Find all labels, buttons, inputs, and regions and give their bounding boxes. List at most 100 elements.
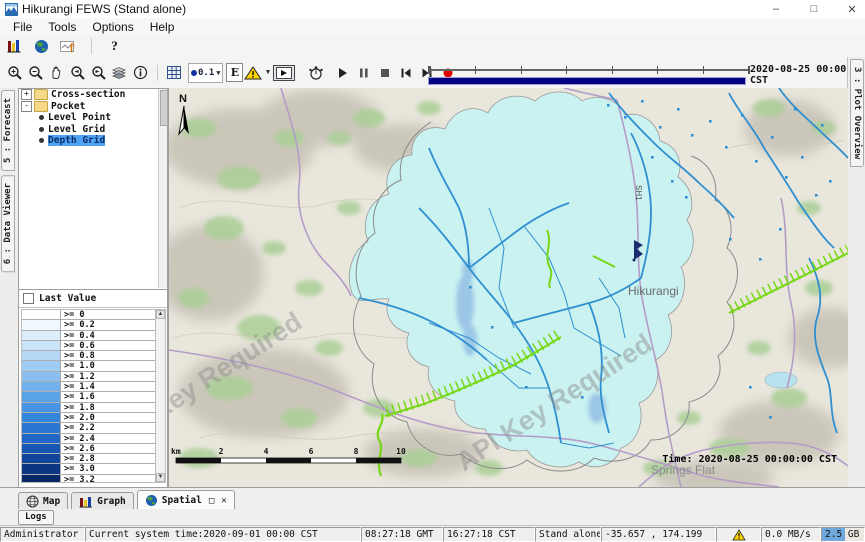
tab-spatial[interactable]: Spatial □ ✕ bbox=[137, 490, 235, 510]
tree-scrollbar[interactable] bbox=[158, 89, 167, 288]
tab-map[interactable]: Map bbox=[18, 492, 68, 510]
tab-data-viewer[interactable]: 6 : Data Viewer bbox=[1, 175, 15, 272]
tree-item-cross-section[interactable]: + Cross-section bbox=[19, 89, 167, 101]
class-break-selector[interactable]: 0.1 ▼ bbox=[188, 63, 223, 83]
animation-movie-icon[interactable] bbox=[271, 62, 297, 84]
float-panel-icon[interactable]: □ bbox=[209, 496, 214, 506]
legend-row: >= 0.6 bbox=[22, 341, 157, 351]
map-view[interactable]: SH1 API Key Required API Key Required Hi… bbox=[168, 88, 848, 487]
zoom-in-icon[interactable] bbox=[4, 62, 25, 84]
menu-help[interactable]: Help bbox=[142, 19, 183, 35]
tree-item-label: Cross-section bbox=[51, 89, 125, 100]
left-tab-strip: 5 : Forecast 6 : Data Viewer bbox=[0, 88, 19, 487]
tree-expander-icon[interactable]: + bbox=[21, 89, 32, 100]
layers-icon[interactable] bbox=[109, 62, 130, 84]
legend-row: >= 1.8 bbox=[22, 403, 157, 413]
time-slider-track[interactable] bbox=[428, 66, 750, 74]
legend-color-swatch bbox=[22, 392, 61, 401]
scroll-down-icon[interactable]: ▼ bbox=[156, 473, 165, 482]
svg-text:10: 10 bbox=[396, 447, 406, 456]
time-slider[interactable] bbox=[428, 60, 746, 84]
legend-color-swatch bbox=[22, 423, 61, 432]
zoom-out-icon[interactable] bbox=[25, 62, 46, 84]
database-explorer-icon[interactable] bbox=[4, 35, 25, 57]
chevron-down-icon: ▼ bbox=[265, 69, 272, 76]
filter-tree: + Cross-section - PocketLevel PointLevel Gr… bbox=[19, 89, 167, 289]
pan-hand-icon[interactable] bbox=[46, 62, 67, 84]
tree-item-label: Pocket bbox=[51, 101, 85, 112]
data-viewer-panel: + Cross-section - PocketLevel PointLevel Gr… bbox=[18, 88, 168, 487]
svg-text:km: km bbox=[171, 447, 181, 456]
step-first-icon[interactable] bbox=[395, 62, 416, 84]
title-bar: Hikurangi FEWS (Stand alone) – □ ✕ bbox=[0, 0, 865, 19]
bar-chart-icon bbox=[79, 496, 93, 508]
pause-button-icon[interactable] bbox=[353, 62, 374, 84]
tab-graph[interactable]: Graph bbox=[71, 492, 134, 510]
tree-expander-icon[interactable]: - bbox=[21, 101, 32, 112]
svg-text:2: 2 bbox=[219, 447, 224, 456]
last-value-checkbox[interactable] bbox=[23, 293, 34, 304]
legend-color-swatch bbox=[22, 434, 61, 443]
menu-file[interactable]: File bbox=[5, 19, 40, 35]
tree-item-level-grid[interactable]: Level Grid bbox=[19, 124, 167, 136]
legend-row-label: >= 1.8 bbox=[61, 403, 157, 412]
legend-row-label: >= 0.4 bbox=[61, 331, 157, 340]
legend-color-swatch bbox=[22, 361, 61, 370]
status-network: 0.0 MB/s bbox=[761, 527, 821, 542]
globe-spatial-icon[interactable] bbox=[31, 35, 52, 57]
warning-threshold-icon[interactable]: ▼ bbox=[243, 62, 271, 84]
legend-scrollbar[interactable]: ▲ ▼ bbox=[155, 309, 166, 483]
window-title: Hikurangi FEWS (Stand alone) bbox=[22, 2, 186, 16]
logs-button[interactable]: Logs bbox=[18, 510, 54, 525]
tree-item-pocket[interactable]: - Pocket bbox=[19, 101, 167, 113]
info-icon[interactable] bbox=[130, 62, 151, 84]
legend-row: >= 1.6 bbox=[22, 392, 157, 402]
close-panel-icon[interactable]: ✕ bbox=[221, 496, 226, 506]
legend-row: >= 1.2 bbox=[22, 372, 157, 382]
tree-item-depth-grid[interactable]: Depth Grid bbox=[19, 135, 167, 147]
folder-icon bbox=[34, 101, 48, 112]
legend-row: >= 3.0 bbox=[22, 464, 157, 474]
animation-settings-icon[interactable] bbox=[305, 62, 326, 84]
time-slider-range-bar[interactable] bbox=[428, 77, 746, 85]
menu-tools[interactable]: Tools bbox=[40, 19, 84, 35]
tab-map-label: Map bbox=[43, 496, 60, 507]
legend-color-swatch bbox=[22, 331, 61, 340]
status-memory[interactable]: 2.5 GB bbox=[821, 527, 865, 542]
legend-color-swatch bbox=[22, 403, 61, 412]
right-tab-strip: 3 : Plot Overview bbox=[847, 57, 865, 487]
play-button-icon[interactable] bbox=[332, 62, 353, 84]
timeseries-chart-icon[interactable] bbox=[58, 35, 79, 57]
close-button[interactable]: ✕ bbox=[845, 3, 859, 16]
tree-item-level-point[interactable]: Level Point bbox=[19, 112, 167, 124]
legend-color-swatch bbox=[22, 413, 61, 422]
zoom-previous-icon[interactable] bbox=[67, 62, 88, 84]
legend-color-swatch bbox=[22, 372, 61, 381]
svg-text:8: 8 bbox=[354, 447, 359, 456]
minimize-button[interactable]: – bbox=[769, 3, 783, 15]
legend-row: >= 2.4 bbox=[22, 434, 157, 444]
legend-row-label: >= 0 bbox=[61, 310, 157, 319]
tab-plot-overview[interactable]: 3 : Plot Overview bbox=[850, 59, 864, 167]
maximize-button[interactable]: □ bbox=[807, 3, 821, 15]
tab-spatial-label: Spatial bbox=[162, 495, 202, 506]
menu-options[interactable]: Options bbox=[84, 19, 141, 35]
scroll-up-icon[interactable]: ▲ bbox=[156, 310, 165, 319]
status-warning[interactable] bbox=[716, 527, 761, 542]
globe-icon bbox=[145, 494, 158, 507]
grid-display-icon[interactable] bbox=[164, 62, 185, 84]
node-bullet-icon bbox=[39, 115, 44, 120]
legend-panel: Last Value >= 0>= 0.2>= 0.4>= 0.6>= 0.8>… bbox=[19, 289, 167, 487]
tab-forecast[interactable]: 5 : Forecast bbox=[1, 90, 15, 171]
legend-row-label: >= 2.0 bbox=[61, 413, 157, 422]
main-toolbar: ? bbox=[0, 35, 865, 58]
legend-row-label: >= 1.0 bbox=[61, 361, 157, 370]
legend-toggle-button[interactable]: E bbox=[226, 63, 243, 82]
stop-button-icon[interactable] bbox=[374, 62, 395, 84]
zoom-next-icon[interactable] bbox=[88, 62, 109, 84]
legend-row-label: >= 0.2 bbox=[61, 320, 157, 329]
road-shield-label: SH1 bbox=[634, 185, 643, 201]
town-label: Hikurangi bbox=[628, 284, 679, 298]
map-canvas[interactable]: SH1 API Key Required API Key Required Hi… bbox=[169, 88, 848, 487]
help-button[interactable]: ? bbox=[104, 35, 125, 57]
